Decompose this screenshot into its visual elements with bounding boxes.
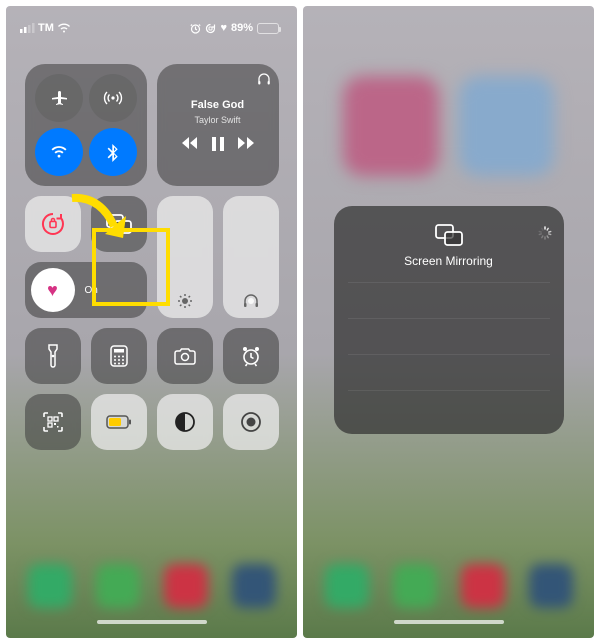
antenna-icon: [103, 88, 123, 108]
screen-mirroring-title: Screen Mirroring: [404, 254, 493, 268]
dock-blurred: [325, 564, 573, 608]
audio-output-icon[interactable]: [257, 72, 271, 86]
alarm-tile[interactable]: [223, 328, 279, 384]
qr-scan-icon: [42, 411, 64, 433]
previous-track-button[interactable]: [182, 137, 198, 151]
list-item[interactable]: [348, 282, 550, 318]
bluetooth-icon: [103, 142, 123, 162]
airplane-toggle[interactable]: [35, 74, 83, 122]
rotation-lock-tile[interactable]: [25, 196, 81, 252]
brightness-slider[interactable]: [157, 196, 213, 318]
status-bar: TM ♥ 89%: [6, 6, 297, 50]
low-power-tile[interactable]: [91, 394, 147, 450]
list-item[interactable]: [348, 390, 550, 426]
connectivity-tile[interactable]: [25, 64, 147, 186]
wifi-toggle[interactable]: [35, 128, 83, 176]
calculator-tile[interactable]: [91, 328, 147, 384]
wifi-icon: [49, 142, 69, 162]
screen-mirroring-icon: [435, 224, 463, 246]
alarm-icon: [190, 23, 201, 34]
qr-scan-tile[interactable]: [25, 394, 81, 450]
camera-tile[interactable]: [157, 328, 213, 384]
media-title: False God: [191, 99, 244, 111]
list-item[interactable]: [348, 354, 550, 390]
lock-rotation-icon: [205, 23, 216, 34]
screen-mirroring-icon: [106, 214, 132, 234]
wifi-icon: [57, 23, 71, 33]
dark-mode-icon: [174, 411, 196, 433]
low-power-icon: [106, 415, 132, 429]
airplane-icon: [49, 88, 69, 108]
flashlight-icon: [46, 344, 60, 368]
cellular-toggle[interactable]: [89, 74, 137, 122]
rotation-lock-icon: [40, 211, 66, 237]
media-artist: Taylor Swift: [194, 115, 240, 125]
heart-icon: ♥: [220, 22, 227, 34]
carrier-label: TM: [38, 22, 54, 34]
flashlight-tile[interactable]: [25, 328, 81, 384]
blurred-background-widgets: [343, 76, 554, 176]
focus-status-label: On: [85, 285, 98, 296]
next-track-button[interactable]: [238, 137, 254, 151]
bluetooth-toggle[interactable]: [89, 128, 137, 176]
screen-mirroring-screenshot: Screen Mirroring: [303, 6, 594, 638]
calculator-icon: [110, 345, 128, 367]
focus-heart-icon: ♥: [31, 268, 75, 312]
control-center-grid: False God Taylor Swift: [6, 50, 297, 464]
clock-icon: [240, 345, 262, 367]
signal-icon: [20, 23, 35, 33]
dark-mode-tile[interactable]: [157, 394, 213, 450]
screen-record-tile[interactable]: [223, 394, 279, 450]
screen-mirroring-tile[interactable]: [91, 196, 147, 252]
headphones-icon: [248, 298, 254, 304]
screen-mirroring-panel[interactable]: Screen Mirroring: [334, 206, 564, 434]
focus-tile[interactable]: ♥ On: [25, 262, 147, 318]
dock-blurred: [28, 564, 276, 608]
mirror-device-list: [348, 282, 550, 426]
list-item[interactable]: [348, 318, 550, 354]
battery-icon: [257, 23, 279, 34]
brightness-icon: [182, 298, 188, 304]
loading-spinner-icon: [538, 226, 552, 240]
play-pause-button[interactable]: [212, 137, 224, 151]
screen-record-icon: [240, 411, 262, 433]
camera-icon: [174, 347, 196, 365]
control-center-screenshot: TM ♥ 89%: [6, 6, 297, 638]
battery-percent-label: 89%: [231, 22, 253, 34]
volume-slider[interactable]: [223, 196, 279, 318]
media-tile[interactable]: False God Taylor Swift: [157, 64, 279, 186]
